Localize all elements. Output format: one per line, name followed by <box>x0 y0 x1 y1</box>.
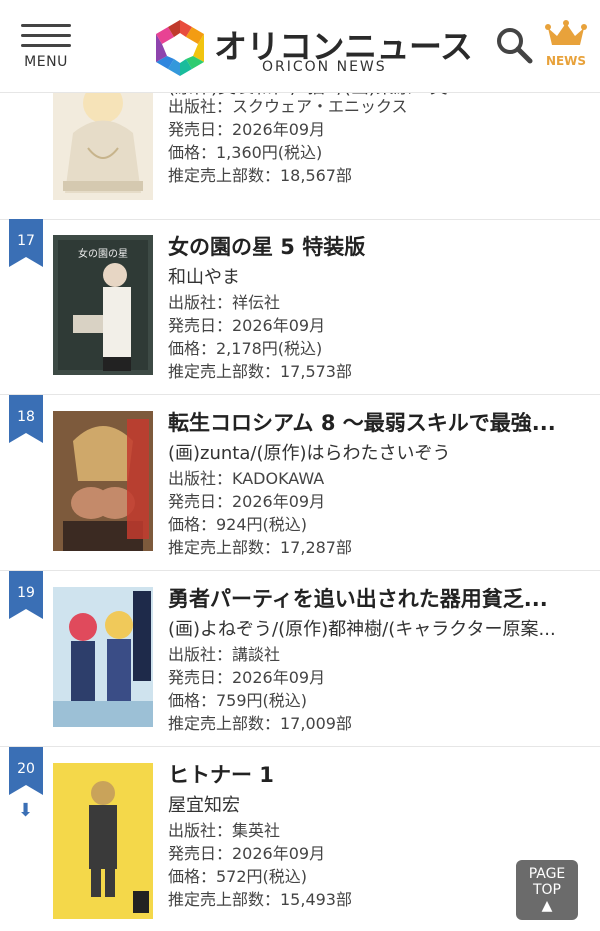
item-release-date: 発売日：2026年09月 <box>168 316 326 335</box>
rank-number: 20 <box>17 761 35 777</box>
oricon-logo-icon <box>156 20 204 76</box>
cover-illustration <box>53 763 153 919</box>
item-price: 価格：572円(税込) <box>168 867 308 886</box>
item-price: 価格：2,178円(税込) <box>168 339 323 358</box>
item-publisher: 出版社：講談社 <box>168 645 281 664</box>
item-release-date: 発売日：2026年09月 <box>168 492 326 511</box>
item-publisher: 出版社：祥伝社 <box>168 293 281 312</box>
item-price: 価格：759円(税込) <box>168 691 308 710</box>
search-button[interactable] <box>495 26 533 64</box>
search-icon <box>497 28 533 64</box>
item-sales: 推定売上部数：18,567部 <box>168 166 352 185</box>
item-release-date: 発売日：2026年09月 <box>168 120 326 139</box>
rank-number: 18 <box>17 409 35 425</box>
news-button[interactable]: NEWS <box>540 20 592 68</box>
hamburger-icon-bar <box>21 34 71 37</box>
svg-text:女の園の星: 女の園の星 <box>78 247 128 260</box>
book-cover <box>53 587 153 727</box>
hamburger-icon-bar <box>21 44 71 47</box>
rank-badge: 17 <box>9 219 43 267</box>
item-price: 価格：1,360円(税込) <box>168 143 323 162</box>
item-title[interactable]: 転生コロシアム 8 ～最弱スキルで最強... <box>168 407 592 437</box>
item-price: 価格：924円(税込) <box>168 515 308 534</box>
cover-illustration <box>53 587 153 727</box>
item-sales: 推定売上部数：15,493部 <box>168 890 352 909</box>
menu-label: MENU <box>24 54 68 70</box>
item-title[interactable]: 女の園の星 5 特装版 <box>168 231 592 261</box>
item-publisher: 出版社：KADOKAWA <box>168 469 325 488</box>
news-label: NEWS <box>545 54 587 68</box>
list-item[interactable]: 19 勇者パーティを追い出された器用貧乏... (画)よねぞう/(原作)都神樹/… <box>0 571 600 747</box>
item-author: 屋宜知宏 <box>168 795 240 816</box>
list-item[interactable]: (原作)美袋和仁,n猫R/(画)栗原一実 出版社：スクウェア・エニックス 発売日… <box>0 73 600 220</box>
crown-icon <box>545 20 587 45</box>
rank-number: 17 <box>17 233 35 249</box>
rank-badge: 18 <box>9 395 43 443</box>
page-top-line1: PAGE <box>528 866 566 882</box>
list-item[interactable]: 20 ヒトナー 1 屋宜知宏 出版社：集英社 発売日：2026年09月 価格：5… <box>0 747 600 931</box>
item-sales: 推定売上部数：17,573部 <box>168 362 352 381</box>
down-arrow-icon: ⬇ <box>18 800 34 821</box>
item-publisher: 出版社：スクウェア・エニックス <box>168 97 408 116</box>
item-author: (画)よねぞう/(原作)都神樹/(キャラクター原案... <box>168 619 556 640</box>
menu-button[interactable]: MENU <box>18 24 74 70</box>
book-cover <box>53 411 153 551</box>
item-release-date: 発売日：2026年09月 <box>168 844 326 863</box>
rank-badge: 19 <box>9 571 43 619</box>
list-item[interactable]: 17 女の園の星 女の園の星 5 特装版 和山やま 出版社：祥伝社 発売日：20… <box>0 219 600 395</box>
page-top-line2: TOP <box>532 882 561 898</box>
item-release-date: 発売日：2026年09月 <box>168 668 326 687</box>
item-title[interactable]: ヒトナー 1 <box>168 759 592 789</box>
hamburger-icon <box>21 24 71 27</box>
item-title[interactable]: 勇者パーティを追い出された器用貧乏... <box>168 583 592 613</box>
page-top-button[interactable]: PAGE TOP ▲ <box>516 860 578 920</box>
cover-illustration: 女の園の星 <box>53 235 153 375</box>
book-cover: 女の園の星 <box>53 235 153 375</box>
list-item[interactable]: 18 転生コロシアム 8 ～最弱スキルで最強... (画)zunta/(原作)は… <box>0 395 600 571</box>
rank-badge: 20 <box>9 747 43 795</box>
item-sales: 推定売上部数：17,009部 <box>168 714 352 733</box>
item-publisher: 出版社：集英社 <box>168 821 281 840</box>
oricon-news-logo[interactable]: オリコンニュース ORICON NEWS <box>152 16 473 80</box>
item-sales: 推定売上部数：17,287部 <box>168 538 352 557</box>
book-cover <box>53 763 153 919</box>
item-author: (画)zunta/(原作)はらわたさいぞう <box>168 443 451 464</box>
item-author: 和山やま <box>168 267 240 288</box>
up-arrow-icon: ▲ <box>541 898 553 914</box>
cover-illustration <box>53 411 153 551</box>
logo-subtitle: ORICON NEWS <box>262 59 387 75</box>
site-header: MENU オリコンニュース ORICON NEWS NEWS <box>0 0 600 93</box>
rank-number: 19 <box>17 585 35 601</box>
